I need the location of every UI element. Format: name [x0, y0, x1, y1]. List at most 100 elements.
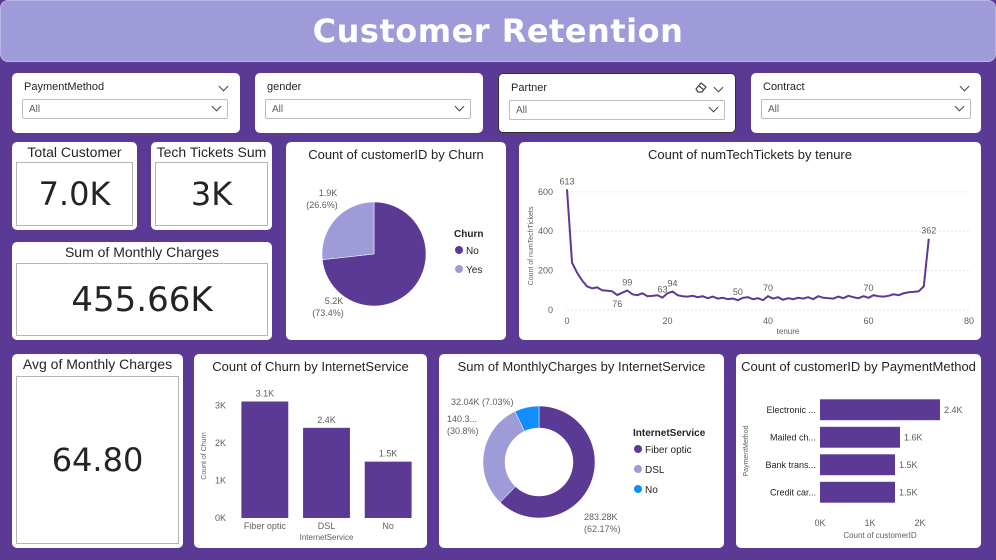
data-label: (26.6%)	[306, 200, 338, 210]
y-axis-label: PaymentMethod	[743, 425, 750, 476]
slicer-contract[interactable]: Contract All	[751, 73, 981, 133]
data-label: 2.4K	[317, 415, 336, 425]
collapse-chevron-icon[interactable]	[218, 81, 229, 92]
chevron-down-icon	[954, 101, 965, 112]
legend-label: Fiber optic	[645, 445, 692, 456]
data-label: 2.4K	[944, 405, 963, 415]
slicer-payment-method[interactable]: PaymentMethod All	[12, 73, 240, 133]
data-label: (62.17%)	[584, 524, 621, 534]
data-label: 1.5K	[379, 449, 398, 459]
data-label: 63	[657, 285, 667, 295]
x-tick-label: 0	[564, 316, 569, 326]
y-tick-label: 3K	[215, 400, 226, 410]
data-label: 32.04K (7.03%)	[451, 397, 514, 407]
kpi-avg-monthly-charges: Avg of Monthly Charges 64.80	[12, 354, 183, 548]
data-label: 613	[559, 176, 574, 186]
chart-churn-by-internet[interactable]: Count of Churn by InternetService 0K 1K 2K…	[194, 354, 427, 548]
bar	[820, 454, 895, 476]
kpi-tech-tickets: Tech Tickets Sum 3K	[151, 142, 272, 230]
slicer-dropdown[interactable]: All	[761, 99, 971, 119]
data-label: 362	[921, 226, 936, 236]
chevron-down-icon	[211, 101, 222, 112]
legend-marker	[634, 465, 642, 473]
y-tick-label: Bank trans...	[765, 460, 816, 470]
x-tick-label: 60	[863, 316, 873, 326]
x-tick-label: 1K	[864, 518, 875, 528]
kpi-sum-monthly-charges: Sum of Monthly Charges 455.66K	[12, 242, 272, 340]
y-tick-label: Credit car...	[770, 487, 816, 497]
data-label: 94	[668, 278, 678, 288]
x-tick-label: DSL	[318, 521, 336, 531]
legend-marker	[634, 485, 642, 493]
data-label: (73.4%)	[312, 308, 344, 318]
slicer-dropdown[interactable]: All	[22, 99, 228, 119]
y-tick-label: 400	[538, 226, 553, 236]
bar	[820, 481, 895, 503]
pie-slice-yes	[321, 201, 375, 261]
line-svg: 0 200 400 600 0 20 40 60 80 tenure Count of numTec…	[528, 176, 974, 336]
legend-marker	[634, 445, 642, 453]
slicer-title: Contract	[763, 81, 805, 93]
x-axis-label: Count of customerID	[843, 531, 917, 540]
legend-title: InternetService	[633, 428, 706, 439]
slicer-title: Partner	[511, 82, 548, 94]
kpi-title: Avg of Monthly Charges	[22, 356, 173, 372]
data-label: 3.1K	[256, 389, 275, 399]
chart-churn-pie[interactable]: Count of customerID by Churn 5.2K (73.4%)…	[286, 142, 506, 340]
y-tick-label: 600	[538, 187, 553, 197]
pie-svg: 5.2K (73.4%) 1.9K (26.6%) Churn No Yes	[306, 188, 483, 318]
y-tick-label: Electronic ...	[766, 405, 816, 415]
legend-label: No	[645, 485, 658, 496]
kpi-value: 455.66K	[16, 263, 268, 336]
data-label: 76	[612, 299, 622, 309]
x-tick-label: No	[382, 521, 394, 531]
slicer-title: gender	[267, 81, 302, 93]
slicer-value: All	[29, 104, 41, 115]
y-tick-label: Mailed ch...	[770, 432, 816, 442]
slicer-dropdown[interactable]: All	[509, 100, 725, 120]
bar	[241, 401, 289, 518]
legend-label: DSL	[645, 465, 665, 476]
slicer-gender[interactable]: gender All	[255, 73, 483, 133]
x-tick-label: 0K	[814, 518, 825, 528]
bar	[303, 427, 350, 518]
collapse-chevron-icon[interactable]	[959, 81, 970, 92]
chart-charges-by-internet[interactable]: Sum of MonthlyCharges by InternetService…	[439, 354, 724, 548]
legend-label: Yes	[466, 265, 482, 276]
series-line	[566, 189, 930, 302]
legend-title: Churn	[454, 229, 483, 240]
y-axis-label: Count of Churn	[201, 432, 208, 480]
kpi-title: Sum of Monthly Charges	[64, 244, 220, 260]
x-tick-label: 2K	[914, 518, 925, 528]
data-label: 1.6K	[904, 432, 923, 442]
bar	[820, 399, 940, 421]
kpi-value: 7.0K	[16, 162, 133, 226]
x-tick-label: Fiber optic	[244, 521, 287, 531]
page-title: Customer Retention	[312, 12, 684, 50]
data-label: 70	[763, 283, 773, 293]
slicer-partner[interactable]: Partner All	[498, 73, 736, 133]
bar	[364, 461, 412, 518]
kpi-total-customer: Total Customer 7.0K	[12, 142, 137, 230]
slicer-value: All	[516, 105, 528, 116]
chevron-down-icon	[708, 102, 719, 113]
data-label: 5.2K	[325, 296, 344, 306]
data-label: 99	[622, 278, 632, 288]
slicer-dropdown[interactable]: All	[265, 99, 471, 119]
x-tick-label: 20	[662, 316, 672, 326]
chart-customers-by-payment[interactable]: Count of customerID by PaymentMethod Ele…	[736, 354, 981, 548]
chart-tickets-by-tenure[interactable]: Count of numTechTickets by tenure 0 200 40…	[519, 142, 981, 340]
slicer-value: All	[272, 104, 284, 115]
collapse-chevron-icon[interactable]	[713, 82, 724, 93]
eraser-icon[interactable]	[694, 80, 708, 94]
x-tick-label: 80	[964, 316, 974, 326]
data-label: 50	[733, 287, 743, 297]
data-label: 283.28K	[584, 512, 618, 522]
y-tick-label: 0K	[215, 513, 226, 523]
x-axis-label: tenure	[777, 327, 800, 336]
donut-svg: 283.28K (62.17%) 140.3... (30.8%) 32.04K (7.…	[447, 397, 706, 534]
bar-svg: 0K 1K 2K 3K 3.1K Fiber optic 2.4K DSL 1.5K No Inte…	[201, 389, 412, 542]
data-label: 1.5K	[899, 460, 918, 470]
y-tick-label: 200	[538, 266, 553, 276]
data-label: 70	[863, 283, 873, 293]
